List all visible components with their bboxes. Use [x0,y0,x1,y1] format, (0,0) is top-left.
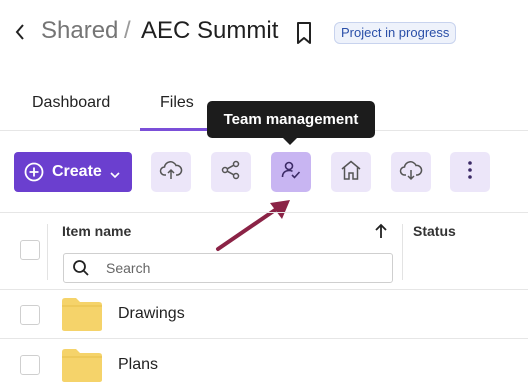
upload-button[interactable] [151,152,191,192]
status-badge: Project in progress [334,22,457,44]
bookmark-icon[interactable] [294,20,314,46]
tooltip-arrow [282,137,298,145]
breadcrumb-shared[interactable]: Shared [41,17,118,45]
active-tab-indicator [140,128,210,131]
more-vertical-icon [467,160,473,185]
cloud-download-icon [399,159,423,186]
row-divider [0,289,528,290]
home-button[interactable] [331,152,371,192]
column-divider [47,224,48,280]
team-management-icon [279,158,303,187]
row-checkbox[interactable] [20,355,40,375]
folder-icon [61,296,103,332]
list-item-name[interactable]: Drawings [118,305,185,323]
column-header-item-name[interactable]: Item name [62,223,131,239]
table-top-border [0,212,528,213]
create-button[interactable]: Create [14,152,132,192]
folder-icon [61,347,103,383]
plus-circle-icon [24,162,44,182]
share-icon [220,159,242,186]
breadcrumb-separator: / [124,17,131,44]
tab-dashboard[interactable]: Dashboard [32,94,110,112]
select-all-checkbox[interactable] [20,240,40,260]
column-header-status[interactable]: Status [413,223,456,239]
sort-ascending-icon[interactable] [372,222,390,240]
download-button[interactable] [391,152,431,192]
list-item-name[interactable]: Plans [118,356,158,374]
chevron-down-icon [110,167,120,179]
create-button-label: Create [52,163,102,180]
home-icon [339,159,363,186]
page-title: AEC Summit [141,17,279,44]
search-icon [72,259,90,277]
tooltip: Team management [207,101,375,138]
row-divider [0,338,528,339]
column-divider [402,224,403,280]
more-options-button[interactable] [450,152,490,192]
tab-files[interactable]: Files [160,94,194,112]
search-input[interactable] [104,259,368,277]
back-chevron-icon[interactable] [10,20,30,44]
search-field[interactable] [63,253,393,283]
tooltip-text: Team management [223,111,359,128]
cloud-upload-icon [159,159,183,186]
row-checkbox[interactable] [20,305,40,325]
